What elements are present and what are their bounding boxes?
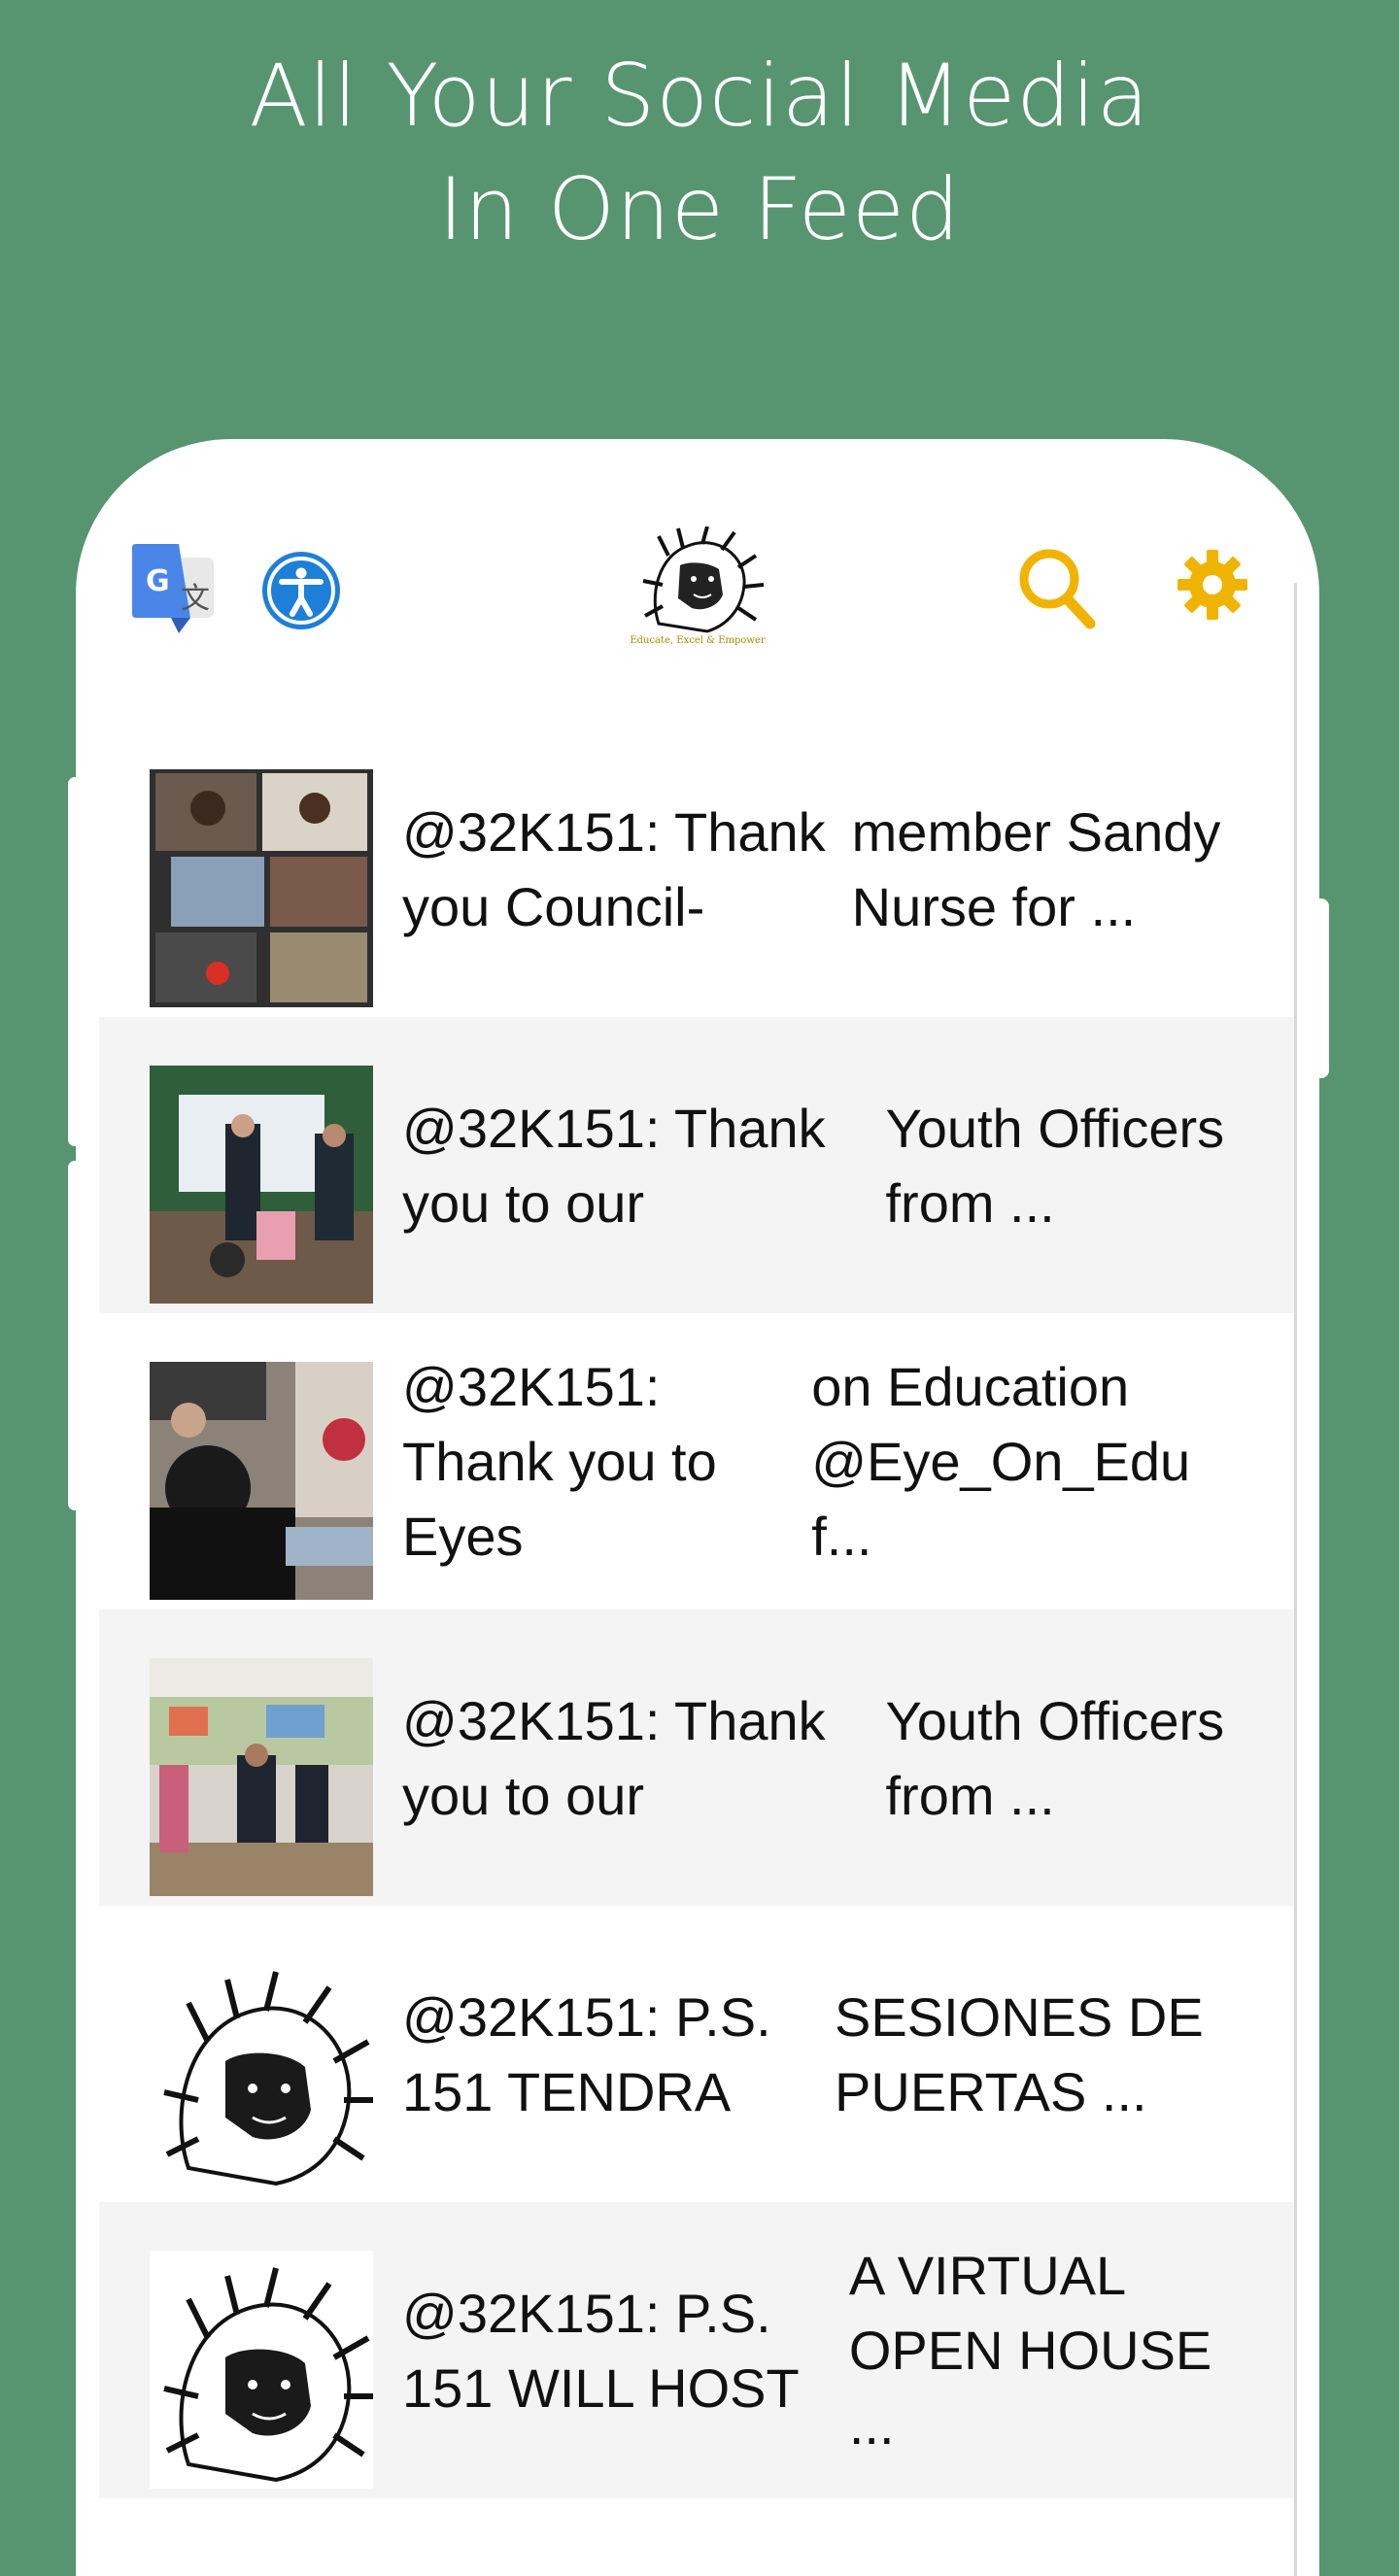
feed-item-line: on Education @Eye_On_Edu f...	[811, 1356, 1191, 1567]
svg-text:文: 文	[181, 582, 210, 616]
feed-thumbnail[interactable]	[150, 1362, 373, 1600]
feed-item-text[interactable]: @32K151: Thank you to Eyes on Education …	[402, 1313, 1257, 1610]
svg-text:G: G	[146, 564, 170, 598]
lion-logo: Educate, Excel & Empower	[630, 525, 766, 653]
feed-item-line: SESIONES DE PUERTAS ...	[835, 1985, 1204, 2122]
feed-item-line: @32K151: Thank you to Eyes	[402, 1356, 717, 1567]
feed-item-line: @32K151: P.S. 151 WILL HOST	[402, 2282, 800, 2419]
feed-thumbnail[interactable]	[150, 1658, 373, 1896]
lion-logo[interactable]	[150, 2251, 373, 2489]
feed-item-text[interactable]: @32K151: Thank you to our Youth Officers…	[402, 1017, 1257, 1313]
search-icon[interactable]	[1016, 546, 1096, 631]
feed-item[interactable]: @32K151: Thank you to our Youth Officers…	[99, 1610, 1294, 1906]
gear-icon[interactable]	[1177, 550, 1247, 620]
feed-item-line: A VIRTUAL OPEN HOUSE ...	[848, 2245, 1212, 2456]
lion-logo[interactable]	[150, 1954, 373, 2192]
feed-item-text[interactable]: @32K151: Thank you to our Youth Officers…	[402, 1610, 1257, 1906]
feed-item-line: Youth Officers from ...	[885, 1689, 1225, 1826]
feed-list: @32K151: Thank you Council- member Sandy…	[99, 721, 1294, 2498]
feed-item-line: @32K151: Thank you to our	[402, 1689, 826, 1826]
feed-item-line: @32K151: P.S. 151 TENDRA	[402, 1985, 771, 2122]
google-translate-icon[interactable]: G 文	[132, 544, 216, 633]
feed-item-text[interactable]: @32K151: P.S. 151 TENDRA SESIONES DE PUE…	[402, 1906, 1257, 2202]
accessibility-icon[interactable]	[260, 550, 342, 631]
feed-item-text[interactable]: @32K151: Thank you Council- member Sandy…	[402, 721, 1257, 1017]
feed-item-line: @32K151: Thank you Council-	[402, 800, 826, 937]
headline: All Your Social Media In One Feed	[0, 39, 1399, 266]
scrollbar-track[interactable]	[1294, 583, 1297, 2576]
feed-item[interactable]: @32K151: P.S. 151 WILL HOST A VIRTUAL OP…	[99, 2202, 1294, 2498]
feed-item-line: member Sandy Nurse for ...	[851, 800, 1221, 937]
headline-line-1: All Your Social Media	[249, 46, 1150, 146]
headline-line-2: In One Feed	[438, 159, 961, 259]
feed-item[interactable]: @32K151: Thank you Council- member Sandy…	[99, 721, 1294, 1017]
phone-frame: G 文 Educate, Excel & Empower @32K151: Th…	[76, 439, 1319, 2576]
feed-thumbnail[interactable]	[150, 769, 373, 1007]
feed-item-line: Youth Officers from ...	[885, 1097, 1225, 1234]
feed-thumbnail[interactable]	[150, 1066, 373, 1304]
logo-motto: Educate, Excel & Empower	[630, 635, 766, 646]
feed-item[interactable]: @32K151: Thank you to Eyes on Education …	[99, 1313, 1294, 1610]
feed-item[interactable]: @32K151: P.S. 151 TENDRA SESIONES DE PUE…	[99, 1906, 1294, 2202]
app-toolbar: G 文 Educate, Excel & Empower	[76, 439, 1319, 721]
feed-item-line: @32K151: Thank you to our	[402, 1097, 826, 1234]
feed-item-text[interactable]: @32K151: P.S. 151 WILL HOST A VIRTUAL OP…	[402, 2202, 1257, 2498]
feed-item[interactable]: @32K151: Thank you to our Youth Officers…	[99, 1017, 1294, 1313]
